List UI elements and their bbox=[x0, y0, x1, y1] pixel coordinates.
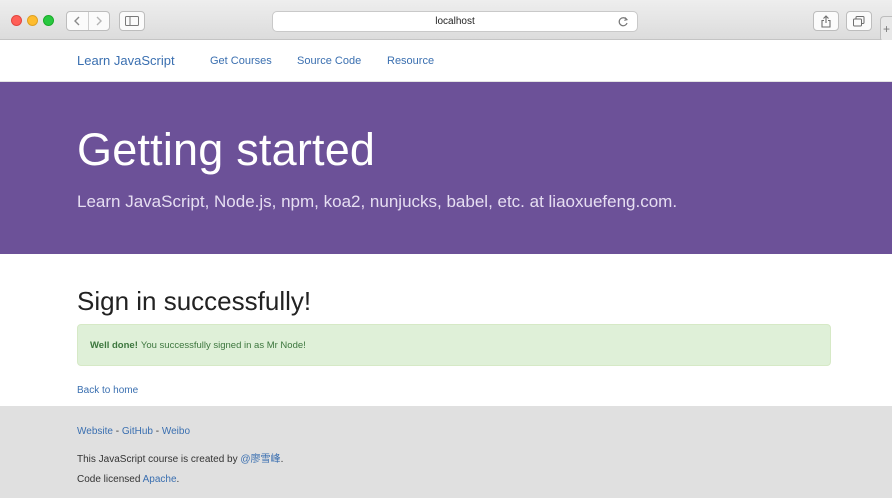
footer-created-prefix: This JavaScript course is created by bbox=[77, 454, 241, 465]
footer-license-link[interactable]: Apache bbox=[143, 474, 177, 485]
forward-button[interactable] bbox=[87, 12, 110, 30]
chevron-left-icon bbox=[74, 16, 80, 26]
sidebar-toggle-button[interactable] bbox=[119, 11, 145, 31]
footer-separator: - bbox=[152, 426, 162, 437]
footer-link-github[interactable]: GitHub bbox=[122, 426, 153, 437]
sidebar-icon bbox=[125, 16, 139, 26]
footer-link-weibo[interactable]: Weibo bbox=[162, 426, 190, 437]
nav-link-source-code[interactable]: Source Code bbox=[297, 55, 361, 67]
footer-created-suffix: . bbox=[280, 454, 284, 465]
history-nav-group bbox=[66, 11, 110, 31]
address-url: localhost bbox=[435, 16, 475, 27]
reload-icon[interactable] bbox=[617, 16, 629, 28]
footer-license-line: Code licensed Apache. bbox=[77, 474, 179, 485]
hero-subtitle: Learn JavaScript, Node.js, npm, koa2, nu… bbox=[77, 192, 678, 211]
site-footer: Website - GitHub - Weibo This JavaScript… bbox=[0, 406, 892, 498]
footer-license-suffix: . bbox=[176, 474, 180, 485]
browser-toolbar: localhost + bbox=[0, 0, 892, 42]
chevron-right-icon bbox=[96, 16, 102, 26]
footer-link-website[interactable]: Website bbox=[77, 426, 113, 437]
footer-created-line: This JavaScript course is created by @廖雪… bbox=[77, 450, 283, 465]
show-tabs-button[interactable] bbox=[846, 11, 872, 31]
back-to-home-link[interactable]: Back to home bbox=[77, 385, 138, 396]
hero-banner: Getting started Learn JavaScript, Node.j… bbox=[0, 82, 892, 254]
success-alert: Well done! You successfully signed in as… bbox=[77, 324, 831, 366]
footer-links-line: Website - GitHub - Weibo bbox=[77, 426, 190, 437]
alert-message: You successfully signed in as Mr Node! bbox=[140, 339, 306, 351]
zoom-window-button[interactable] bbox=[43, 15, 54, 26]
navbar-brand[interactable]: Learn JavaScript bbox=[77, 53, 175, 68]
share-icon bbox=[821, 14, 831, 28]
plus-icon: + bbox=[882, 22, 890, 36]
nav-link-get-courses[interactable]: Get Courses bbox=[210, 55, 272, 67]
minimize-window-button[interactable] bbox=[27, 15, 38, 26]
footer-separator: - bbox=[112, 426, 122, 437]
page-title: Sign in successfully! bbox=[77, 286, 312, 316]
hero-title: Getting started bbox=[77, 124, 376, 175]
new-tab-button[interactable]: + bbox=[880, 16, 892, 42]
share-button[interactable] bbox=[813, 11, 839, 31]
nav-link-resource[interactable]: Resource bbox=[387, 55, 434, 67]
address-bar[interactable]: localhost bbox=[272, 11, 638, 32]
close-window-button[interactable] bbox=[11, 15, 22, 26]
alert-strong-text: Well done! bbox=[90, 339, 138, 351]
footer-author-link[interactable]: @廖雪峰 bbox=[240, 454, 280, 465]
footer-license-prefix: Code licensed bbox=[77, 474, 143, 485]
tabs-icon bbox=[853, 15, 865, 26]
site-navbar: Learn JavaScript Get Courses Source Code… bbox=[0, 40, 892, 82]
back-button[interactable] bbox=[67, 12, 88, 30]
